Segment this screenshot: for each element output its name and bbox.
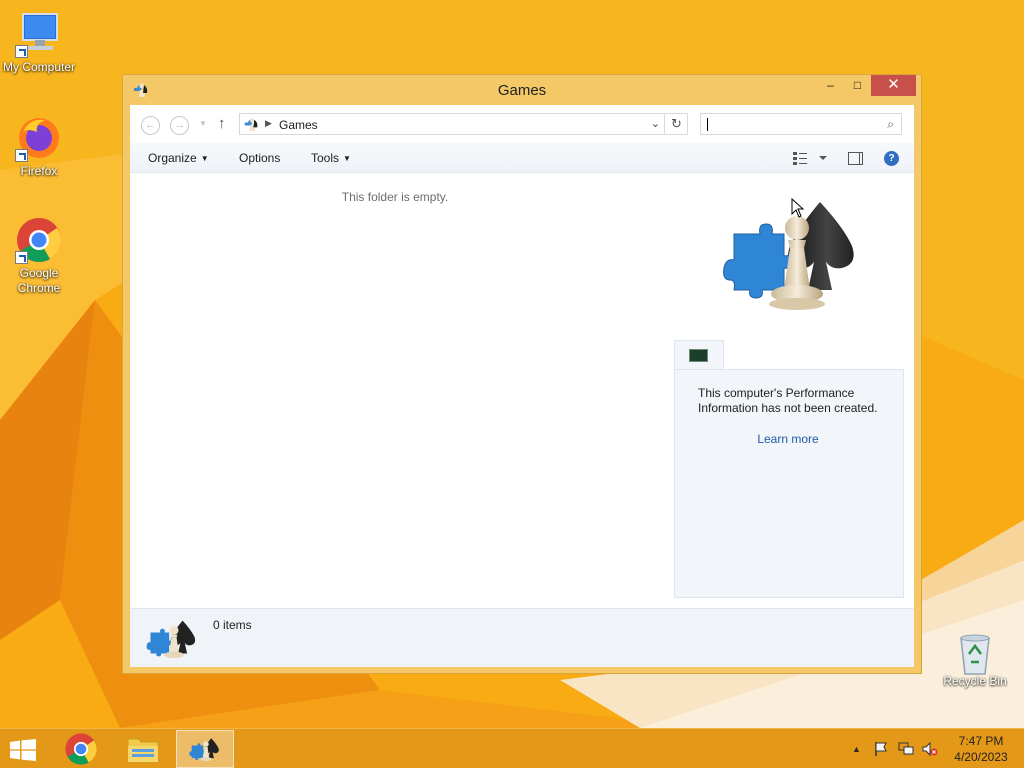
volume-muted-icon[interactable]: [922, 741, 938, 760]
games-icon: [189, 738, 219, 762]
clock[interactable]: 7:47 PM 4/20/2023: [946, 733, 1016, 765]
mouse-cursor-icon: [791, 197, 805, 218]
close-button[interactable]: ✕: [871, 75, 916, 96]
chrome-icon: [65, 733, 97, 765]
taskbar: ▲ 7:47 PM 4/20/2023: [0, 728, 1024, 768]
performance-monitor-icon: [689, 349, 708, 362]
desktop-icon-label: Recycle Bin: [943, 674, 1007, 688]
chevron-down-icon[interactable]: ⌄: [651, 117, 660, 130]
refresh-icon: ↻: [671, 116, 682, 131]
refresh-button[interactable]: ↻: [664, 113, 688, 135]
address-bar[interactable]: ▶ Games ⌄: [239, 113, 688, 135]
desktop-icon-recycle-bin[interactable]: Recycle Bin: [935, 632, 1015, 689]
performance-message: This computer's Performance Information …: [698, 386, 878, 415]
games-thumbnail-icon: [146, 617, 202, 663]
navigation-bar: ← → ▼ ↑ ▶ Games ⌄ ↻ ⌕: [130, 105, 914, 143]
organize-label: Organize: [148, 151, 197, 165]
maximize-button[interactable]: □: [844, 75, 871, 96]
dropdown-arrow-icon: ▼: [343, 154, 351, 163]
performance-info-panel: This computer's Performance Information …: [674, 369, 904, 598]
taskbar-chrome[interactable]: [52, 730, 110, 768]
window-client: ← → ▼ ↑ ▶ Games ⌄ ↻ ⌕ Organize ▼ Options…: [130, 105, 914, 667]
up-button[interactable]: ↑: [218, 115, 226, 132]
show-hidden-icons-button[interactable]: ▲: [852, 744, 861, 754]
taskbar-file-explorer[interactable]: [114, 730, 172, 768]
breadcrumb-separator-icon[interactable]: ▶: [265, 118, 272, 129]
change-view-button[interactable]: [792, 150, 828, 169]
windows-logo-icon: [10, 739, 36, 761]
firefox-icon: [15, 114, 63, 162]
recycle-bin-icon: [955, 632, 995, 675]
arrow-up-icon: ↑: [218, 115, 226, 132]
search-icon[interactable]: ⌕: [887, 117, 894, 132]
preview-pane-button[interactable]: [848, 152, 863, 165]
desktop-icon-google-chrome[interactable]: Google Chrome: [0, 216, 79, 296]
options-label: Options: [239, 151, 281, 165]
start-button[interactable]: [0, 730, 48, 768]
tools-label: Tools: [311, 151, 340, 165]
network-icon[interactable]: [898, 741, 914, 760]
details-pane: 0 items: [130, 608, 914, 667]
desktop-icon-label: Google Chrome: [17, 266, 61, 295]
empty-folder-message: This folder is empty.: [341, 190, 449, 204]
back-button[interactable]: ←: [141, 116, 160, 135]
games-window: Games – □ ✕ ← → ▼ ↑ ▶ Games ⌄ ↻ ⌕ Organi…: [122, 74, 922, 674]
dropdown-arrow-icon: ▼: [200, 154, 209, 163]
games-icon: [243, 116, 260, 133]
desktop-icon-label: My Computer: [2, 60, 76, 74]
item-count: 0 items: [213, 618, 252, 632]
preview-pane: This computer's Performance Information …: [660, 174, 914, 608]
chrome-icon: [15, 216, 63, 264]
tools-menu[interactable]: Tools ▼: [311, 151, 351, 165]
file-explorer-icon: [127, 738, 159, 763]
organize-menu[interactable]: Organize ▼: [148, 151, 209, 165]
minimize-button[interactable]: –: [817, 75, 844, 96]
file-list-area[interactable]: This folder is empty.: [130, 174, 660, 608]
command-bar: Organize ▼ Options Tools ▼ ?: [130, 143, 914, 173]
recent-locations-button[interactable]: ▼: [199, 119, 207, 128]
desktop-icon-firefox[interactable]: Firefox: [0, 114, 79, 179]
desktop-icon-label: Firefox: [20, 164, 58, 178]
search-box[interactable]: ⌕: [700, 113, 902, 135]
text-caret: [707, 118, 708, 131]
tab-performance[interactable]: [674, 340, 724, 370]
help-icon[interactable]: ?: [884, 151, 899, 166]
options-button[interactable]: Options: [239, 151, 280, 165]
computer-icon: [15, 10, 63, 58]
clock-date: 4/20/2023: [954, 750, 1008, 764]
learn-more-link[interactable]: Learn more: [675, 432, 901, 446]
desktop-icon-my-computer[interactable]: My Computer: [0, 10, 79, 75]
forward-button[interactable]: →: [170, 116, 189, 135]
search-input[interactable]: [705, 116, 875, 132]
window-title: Games: [497, 82, 547, 99]
clock-time: 7:47 PM: [958, 734, 1004, 748]
taskbar-games[interactable]: [176, 730, 234, 768]
view-options-icon: [793, 152, 827, 165]
title-bar[interactable]: Games – □ ✕: [123, 75, 921, 105]
arrow-right-icon: →: [174, 119, 185, 131]
breadcrumb-games[interactable]: Games: [279, 118, 318, 132]
arrow-left-icon: ←: [145, 119, 156, 131]
action-center-flag-icon[interactable]: [873, 741, 889, 760]
